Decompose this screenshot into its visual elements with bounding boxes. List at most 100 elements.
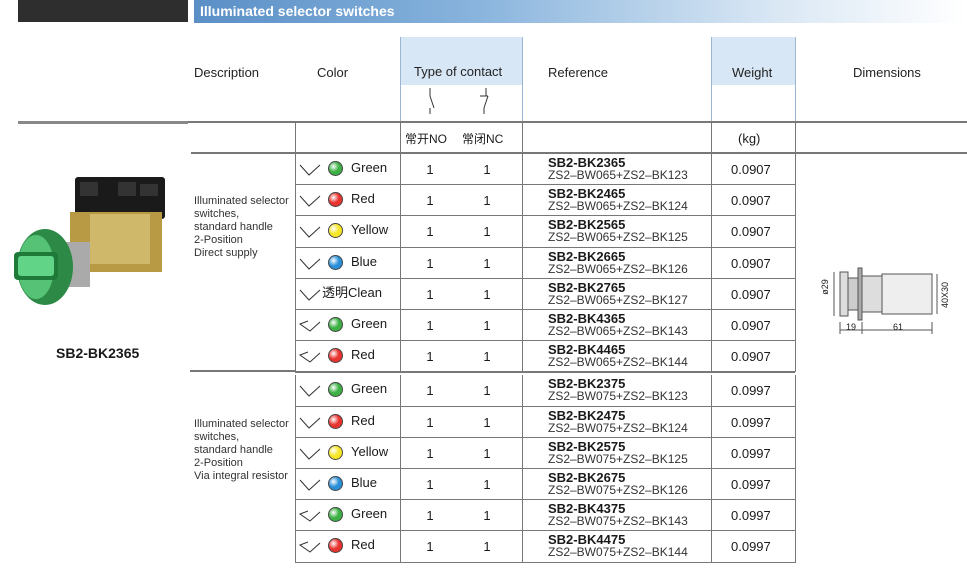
color-name: Red xyxy=(351,191,375,207)
reference-parts: ZS2–BW075+ZS2–BK144 xyxy=(548,545,688,560)
table-row: Green 1 1 SB2-BK2365 ZS2–BW065+ZS2–BK123 0.09… xyxy=(0,154,967,186)
selector-v-icon xyxy=(299,479,321,491)
header-dark-band xyxy=(18,0,188,22)
nc-count: 1 xyxy=(483,349,491,365)
reference-code: SB2-BK2475 xyxy=(548,407,626,423)
color-dot-icon xyxy=(328,507,343,523)
weight-value: 0.0907 xyxy=(731,349,771,365)
color-dot-icon xyxy=(328,538,343,554)
color-dot-icon xyxy=(328,476,343,491)
nc-count: 1 xyxy=(483,286,491,302)
reference-parts: ZS2–BW075+ZS2–BK143 xyxy=(548,514,688,529)
color-dot-icon xyxy=(328,192,343,208)
weight-value: 0.0907 xyxy=(731,286,771,302)
title-bar: Illuminated selector switches xyxy=(194,0,967,23)
selector-v-icon xyxy=(299,195,321,207)
nc-count: 1 xyxy=(483,224,491,240)
table-row: Blue 1 1 SB2-BK2675 ZS2–BW075+ZS2–BK126 0.099… xyxy=(0,469,967,501)
table-row: Green 1 1 SB2-BK2375 ZS2–BW075+ZS2–BK123 0.09… xyxy=(0,375,967,407)
header-weight: Weight xyxy=(732,65,773,80)
selector-v-icon xyxy=(299,164,321,176)
weight-value: 0.0997 xyxy=(731,539,771,555)
page-title: Illuminated selector switches xyxy=(200,3,395,19)
weight-value: 0.0907 xyxy=(731,224,771,240)
selector-v-icon xyxy=(299,417,321,429)
no-count: 1 xyxy=(426,286,434,302)
color-name: Yellow xyxy=(351,443,389,459)
reference-parts: ZS2–BW065+ZS2–BK144 xyxy=(548,355,688,370)
reference-code: SB2-BK2665 xyxy=(548,248,626,264)
header-dimensions: Dimensions xyxy=(853,65,921,80)
no-count: 1 xyxy=(426,477,434,492)
nc-count: 1 xyxy=(483,539,491,555)
no-count: 1 xyxy=(426,508,434,524)
color-dot-icon xyxy=(328,444,343,460)
reference-parts: ZS2–BW075+ZS2–BK126 xyxy=(548,483,688,497)
header-nc: 常闭NC xyxy=(462,132,504,146)
no-count: 1 xyxy=(426,224,434,240)
color-dot-icon xyxy=(328,382,343,398)
no-count: 1 xyxy=(426,162,434,177)
dim-19: 19 xyxy=(846,322,857,332)
nc-count: 1 xyxy=(483,508,491,524)
nc-count: 1 xyxy=(483,445,491,461)
table-row: Yellow 1 1 SB2-BK2575 ZS2–BW075+ZS2–BK125 0.0… xyxy=(0,437,967,469)
selector-v-icon xyxy=(299,448,321,460)
color-dot-icon xyxy=(328,348,343,364)
reference-parts: ZS2–BW075+ZS2–BK124 xyxy=(548,420,688,435)
weight-value: 0.0907 xyxy=(731,193,771,209)
reference-parts: ZS2–BW075+ZS2–BK125 xyxy=(548,451,688,466)
color-name: Green xyxy=(351,160,388,175)
color-name: Blue xyxy=(351,253,378,269)
weight-value: 0.0997 xyxy=(731,477,771,492)
no-count: 1 xyxy=(426,193,434,209)
color-name: Red xyxy=(351,347,375,363)
no-count: 1 xyxy=(426,383,434,399)
selector-arrow-icon xyxy=(298,351,321,363)
no-count: 1 xyxy=(426,414,434,430)
nc-count: 1 xyxy=(483,318,491,333)
dim-diameter: ø29 xyxy=(819,279,830,295)
nc-count: 1 xyxy=(483,162,491,177)
selector-arrow-icon xyxy=(298,541,321,554)
header-color: Color xyxy=(317,65,349,80)
weight-value: 0.0997 xyxy=(731,508,771,524)
header-no: 常开NO xyxy=(405,132,448,146)
color-name: Blue xyxy=(351,475,378,490)
reference-parts: ZS2–BW065+ZS2–BK143 xyxy=(548,324,688,338)
dim-61: 61 xyxy=(893,322,904,332)
nc-count: 1 xyxy=(483,414,491,430)
color-name: Red xyxy=(351,412,375,428)
color-dot-icon xyxy=(328,223,343,239)
nc-count: 1 xyxy=(483,477,491,492)
color-dot-icon xyxy=(328,317,343,332)
color-dot-icon xyxy=(328,161,343,176)
selector-v-icon xyxy=(299,386,321,398)
selector-v-icon xyxy=(299,227,321,239)
selector-v-icon xyxy=(299,258,321,270)
table-row: Green 1 1 SB2-BK4375 ZS2–BW075+ZS2–BK143 0.09… xyxy=(0,500,967,532)
contact-symbols-icon xyxy=(429,88,489,114)
no-count: 1 xyxy=(426,539,434,555)
reference-parts: ZS2–BW065+ZS2–BK126 xyxy=(548,261,688,276)
table-row: Red 1 1 SB2-BK2465 ZS2–BW065+ZS2–BK124 0.0907 xyxy=(0,185,967,217)
no-count: 1 xyxy=(426,445,434,461)
weight-value: 0.0997 xyxy=(731,414,771,430)
selector-arrow-icon xyxy=(298,510,321,522)
reference-parts: ZS2–BW075+ZS2–BK123 xyxy=(548,389,688,404)
reference-parts: ZS2–BW065+ZS2–BK123 xyxy=(548,168,688,182)
color-name: Yellow xyxy=(351,222,389,238)
reference-code: SB2-BK2765 xyxy=(548,279,626,295)
selector-v-icon xyxy=(299,289,321,301)
nc-count: 1 xyxy=(483,383,491,399)
reference-parts: ZS2–BW065+ZS2–BK124 xyxy=(548,199,688,214)
color-name: Green xyxy=(351,506,388,522)
no-count: 1 xyxy=(426,349,434,365)
header-type-of-contact: Type of contact xyxy=(414,64,503,79)
selector-arrow-icon xyxy=(298,320,321,332)
color-dot-icon xyxy=(328,413,343,429)
header-reference: Reference xyxy=(548,65,608,80)
color-dot-icon xyxy=(328,254,343,270)
table-row: Yellow 1 1 SB2-BK2565 ZS2–BW065+ZS2–BK125 0.0… xyxy=(0,216,967,248)
weight-value: 0.0997 xyxy=(731,445,771,461)
